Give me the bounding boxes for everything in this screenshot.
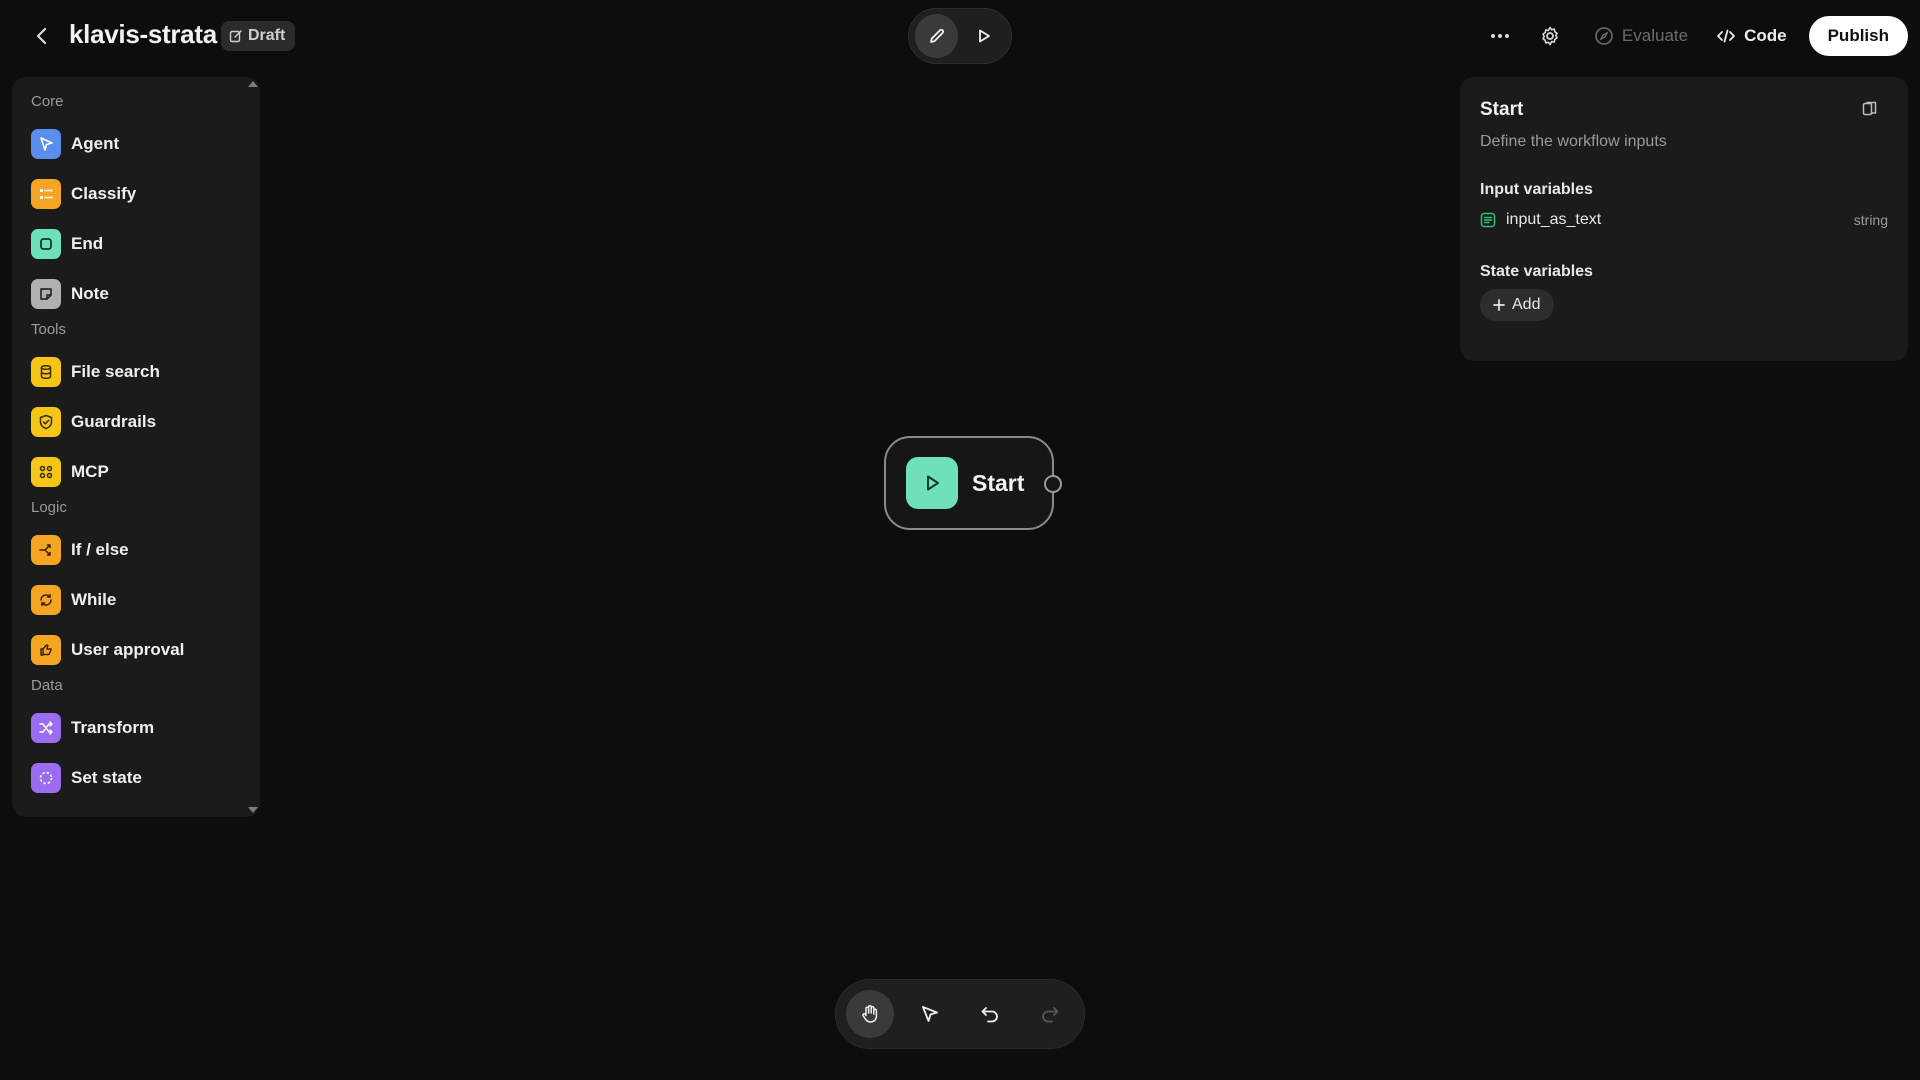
palette-item-label: Note: [71, 284, 109, 303]
add-state-variable-button[interactable]: Add: [1480, 289, 1555, 321]
section-data-label: Data: [31, 677, 63, 694]
palette-item-user-approval[interactable]: User approval: [31, 625, 241, 675]
chevron-left-icon: [36, 27, 47, 45]
publish-button[interactable]: Publish: [1808, 16, 1908, 56]
copy-button[interactable]: [1858, 97, 1882, 121]
agent-icon: [31, 129, 61, 159]
undo-icon: [981, 1007, 998, 1023]
palette-item-label: Set state: [71, 768, 142, 787]
ellipsis-icon: [1490, 34, 1509, 38]
shield-icon: [31, 407, 61, 437]
start-node-output-port[interactable]: [1044, 475, 1062, 493]
branch-icon: [31, 535, 61, 565]
palette-item-label: MCP: [71, 462, 109, 481]
scroll-down-arrow[interactable]: [248, 807, 258, 813]
input-variables-heading: Input variables: [1480, 181, 1593, 198]
play-icon: [978, 29, 990, 43]
loop-icon: [31, 585, 61, 615]
approval-icon: [31, 635, 61, 665]
top-bar: klavis-strata Draft Evaluate Code Publis…: [0, 0, 1920, 72]
code-button[interactable]: Code: [1702, 16, 1801, 56]
classify-icon: [31, 179, 61, 209]
section-tools-label: Tools: [31, 321, 67, 338]
settings-button[interactable]: [1530, 16, 1570, 56]
palette-item-label: File search: [71, 362, 160, 381]
palette-item-classify[interactable]: Classify: [31, 169, 241, 219]
start-node[interactable]: Start: [884, 436, 1062, 530]
evaluate-button[interactable]: Evaluate: [1580, 16, 1702, 56]
palette-item-end[interactable]: End: [31, 219, 241, 269]
inspector-subtitle: Define the workflow inputs: [1480, 133, 1667, 150]
palette-item-label: User approval: [71, 640, 185, 659]
palette-item-if-else[interactable]: If / else: [31, 525, 241, 575]
top-actions: Evaluate Code Publish: [1480, 16, 1908, 56]
back-button[interactable]: [28, 22, 56, 50]
palette-item-label: While: [71, 590, 117, 609]
edit-icon: [229, 30, 242, 43]
copy-icon: [1862, 101, 1877, 116]
note-icon: [31, 279, 61, 309]
state-icon: [31, 763, 61, 793]
draft-badge-label: Draft: [248, 27, 286, 44]
redo-icon: [1042, 1007, 1059, 1023]
compass-icon: [1595, 27, 1613, 45]
preview-mode-button[interactable]: [962, 14, 1005, 58]
section-core-label: Core: [31, 93, 64, 110]
mcp-icon: [31, 457, 61, 487]
palette-item-mcp[interactable]: MCP: [31, 447, 241, 497]
input-variable-name: input_as_text: [1506, 211, 1602, 228]
palette-item-note[interactable]: Note: [31, 269, 241, 319]
add-label: Add: [1512, 296, 1541, 313]
end-icon: [31, 229, 61, 259]
text-variable-icon: [1480, 212, 1496, 228]
section-logic-label: Logic: [31, 499, 67, 516]
select-tool-button[interactable]: [906, 990, 954, 1038]
pan-tool-button[interactable]: [846, 990, 894, 1038]
start-node-label: Start: [972, 469, 1025, 496]
gear-icon: [1542, 26, 1558, 46]
inspector-title: Start: [1480, 99, 1524, 120]
database-icon: [31, 357, 61, 387]
input-variable-type: string: [1853, 212, 1888, 228]
evaluate-label: Evaluate: [1621, 26, 1689, 45]
palette-item-transform[interactable]: Transform: [31, 703, 241, 753]
input-variable-row[interactable]: input_as_text string: [1480, 207, 1888, 233]
hand-icon: [862, 1005, 878, 1023]
node-palette: Core Agent Classify End Note Tools File …: [12, 77, 260, 817]
palette-item-label: Agent: [71, 134, 120, 153]
pencil-icon: [929, 28, 944, 43]
palette-item-set-state[interactable]: Set state: [31, 753, 241, 803]
palette-item-label: End: [71, 234, 104, 253]
palette-item-while[interactable]: While: [31, 575, 241, 625]
shuffle-icon: [31, 713, 61, 743]
palette-item-agent[interactable]: Agent: [31, 119, 241, 169]
palette-item-guardrails[interactable]: Guardrails: [31, 397, 241, 447]
undo-button[interactable]: [966, 990, 1014, 1038]
more-options-button[interactable]: [1480, 16, 1520, 56]
workflow-title[interactable]: klavis-strata: [69, 19, 217, 50]
canvas-toolbar: [835, 979, 1085, 1049]
code-icon: [1717, 29, 1735, 43]
pointer-icon: [922, 1006, 938, 1022]
state-variables-heading: State variables: [1480, 263, 1593, 280]
start-play-icon: [906, 457, 958, 509]
edit-mode-button[interactable]: [915, 14, 958, 58]
palette-item-label: If / else: [71, 540, 129, 559]
inspector-panel: Start Define the workflow inputs Input v…: [1460, 77, 1908, 361]
palette-item-file-search[interactable]: File search: [31, 347, 241, 397]
redo-button[interactable]: [1026, 990, 1074, 1038]
plus-icon: [1493, 299, 1505, 311]
draft-badge[interactable]: Draft: [221, 21, 296, 51]
scroll-up-arrow[interactable]: [248, 81, 258, 87]
code-label: Code: [1744, 26, 1787, 45]
mode-toggle: [908, 8, 1012, 64]
palette-item-label: Transform: [71, 718, 155, 737]
palette-item-label: Classify: [71, 184, 137, 203]
palette-item-label: Guardrails: [71, 412, 157, 431]
